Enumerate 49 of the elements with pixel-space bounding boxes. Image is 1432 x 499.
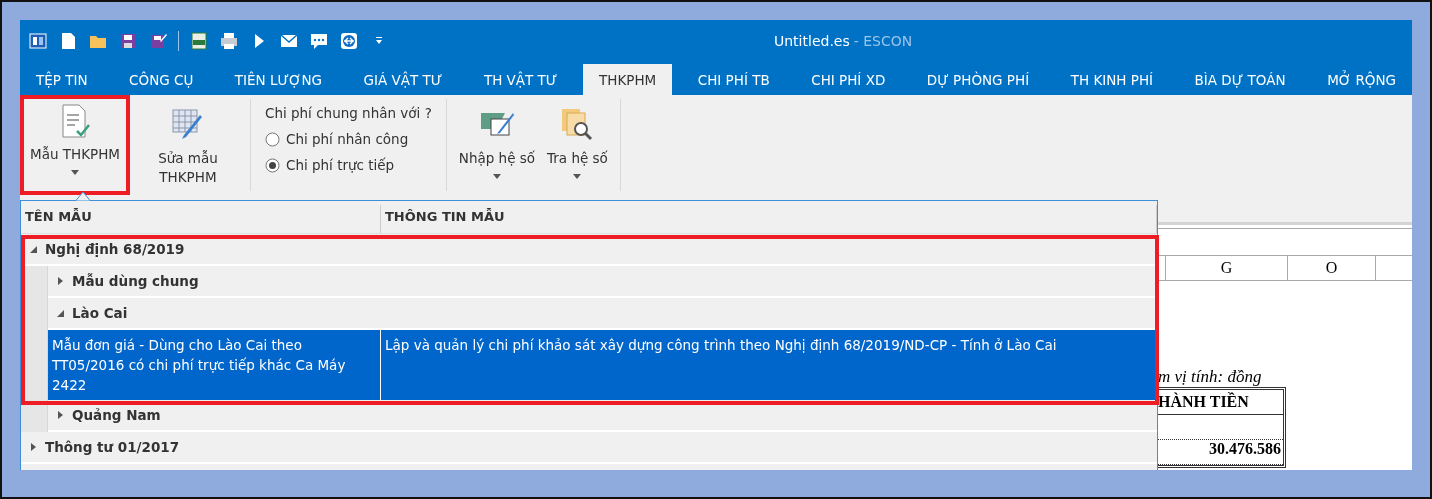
tree-group-row[interactable]: Thông tư 01/2017 <box>21 432 1157 464</box>
spreadsheet-icon[interactable] <box>28 31 48 51</box>
tree-group-row[interactable]: Mẫu dùng chung <box>48 266 1157 298</box>
remote-icon[interactable] <box>339 31 359 51</box>
xls-file-icon[interactable] <box>189 31 209 51</box>
expanded-arrow-icon[interactable] <box>56 309 64 317</box>
collapsed-arrow-icon[interactable] <box>56 277 64 285</box>
ribbon-tab[interactable]: TH VẬT TƯ <box>467 64 574 95</box>
collapsed-arrow-icon[interactable] <box>29 443 37 451</box>
window-title: Untitled.es <box>774 33 850 49</box>
radio-option[interactable]: Chi phí trực tiếp <box>264 157 432 173</box>
ribbon-tab[interactable]: GIÁ VẬT TƯ <box>347 64 459 95</box>
template-row[interactable]: Mẫu đơn giá - Dùng cho Lào Cai theo TT05/2016 có chi phí trực tiếp khác Ca Máy 2422 Lập và quản lý chi phí khảo sát xây dựng công trình theo Nghị định 68/2019/ND-CP - Tính ở Lào Cai <box>48 330 1157 400</box>
ribbon-button[interactable]: Tra hệ số <box>543 99 612 191</box>
chat-icon[interactable] <box>309 31 329 51</box>
radio-icon[interactable] <box>264 157 280 173</box>
ribbon-tab[interactable]: BÌA DỰ TOÁN <box>1178 64 1302 95</box>
ribbon-tab[interactable]: TỆP TIN <box>20 64 104 95</box>
table-header: HÀNH TIỀN <box>1158 393 1249 411</box>
radio-option[interactable]: Chi phí nhân công <box>264 131 432 147</box>
ribbon-tab[interactable]: CHI PHÍ XD <box>795 64 902 95</box>
save-as-icon[interactable] <box>148 31 168 51</box>
amount-value: 30.476.586 <box>1209 440 1281 457</box>
column-header: G <box>1166 256 1288 280</box>
column-header: THÔNG TIN MẪU <box>381 205 1157 233</box>
printer-icon[interactable] <box>219 31 239 51</box>
unit-note: m vị tính: đồng <box>1158 367 1263 387</box>
ribbon-tab[interactable]: TH KINH PHÍ <box>1054 64 1170 95</box>
save-icon[interactable] <box>118 31 138 51</box>
ribbon-tab[interactable]: TIÊN LƯỢNG <box>218 64 338 95</box>
group-label: Chi phí chung nhân với ? <box>264 105 432 121</box>
ribbon-button[interactable]: Mẫu THKPHM <box>20 95 130 195</box>
tree-group-row[interactable]: Nghị định 68/2019 <box>21 234 1157 266</box>
template-name: Mẫu đơn giá - Dùng cho Lào Cai theo TT05/2016 có chi phí trực tiếp khác Ca Máy 2422 <box>48 330 381 400</box>
radio-icon[interactable] <box>264 131 280 147</box>
ribbon-tab[interactable]: MỞ RỘNG <box>1311 64 1412 95</box>
collapsed-arrow-icon[interactable] <box>56 411 64 419</box>
ribbon-tab[interactable]: DỰ PHÒNG PHÍ <box>910 64 1046 95</box>
ribbon-tab[interactable]: CÔNG CỤ <box>113 64 210 95</box>
app-name: - ESCON <box>853 33 913 49</box>
ribbon-button[interactable]: Sửa mẫu THKPHM <box>133 99 242 191</box>
expanded-arrow-icon[interactable] <box>29 245 37 253</box>
ribbon-tab[interactable]: THKPHM <box>583 64 673 95</box>
column-header: TÊN MẪU <box>21 205 381 233</box>
column-header: O <box>1288 256 1376 280</box>
ribbon-tab[interactable]: CHI PHÍ TB <box>681 64 786 95</box>
template-info: Lập và quản lý chi phí khảo sát xây dựng công trình theo Nghị định 68/2019/ND-CP - Tính ở Lào Cai <box>384 336 1058 355</box>
tree-group-row[interactable]: Quảng Nam <box>48 400 1157 432</box>
ribbon-button[interactable]: Nhập hệ số <box>454 99 540 191</box>
